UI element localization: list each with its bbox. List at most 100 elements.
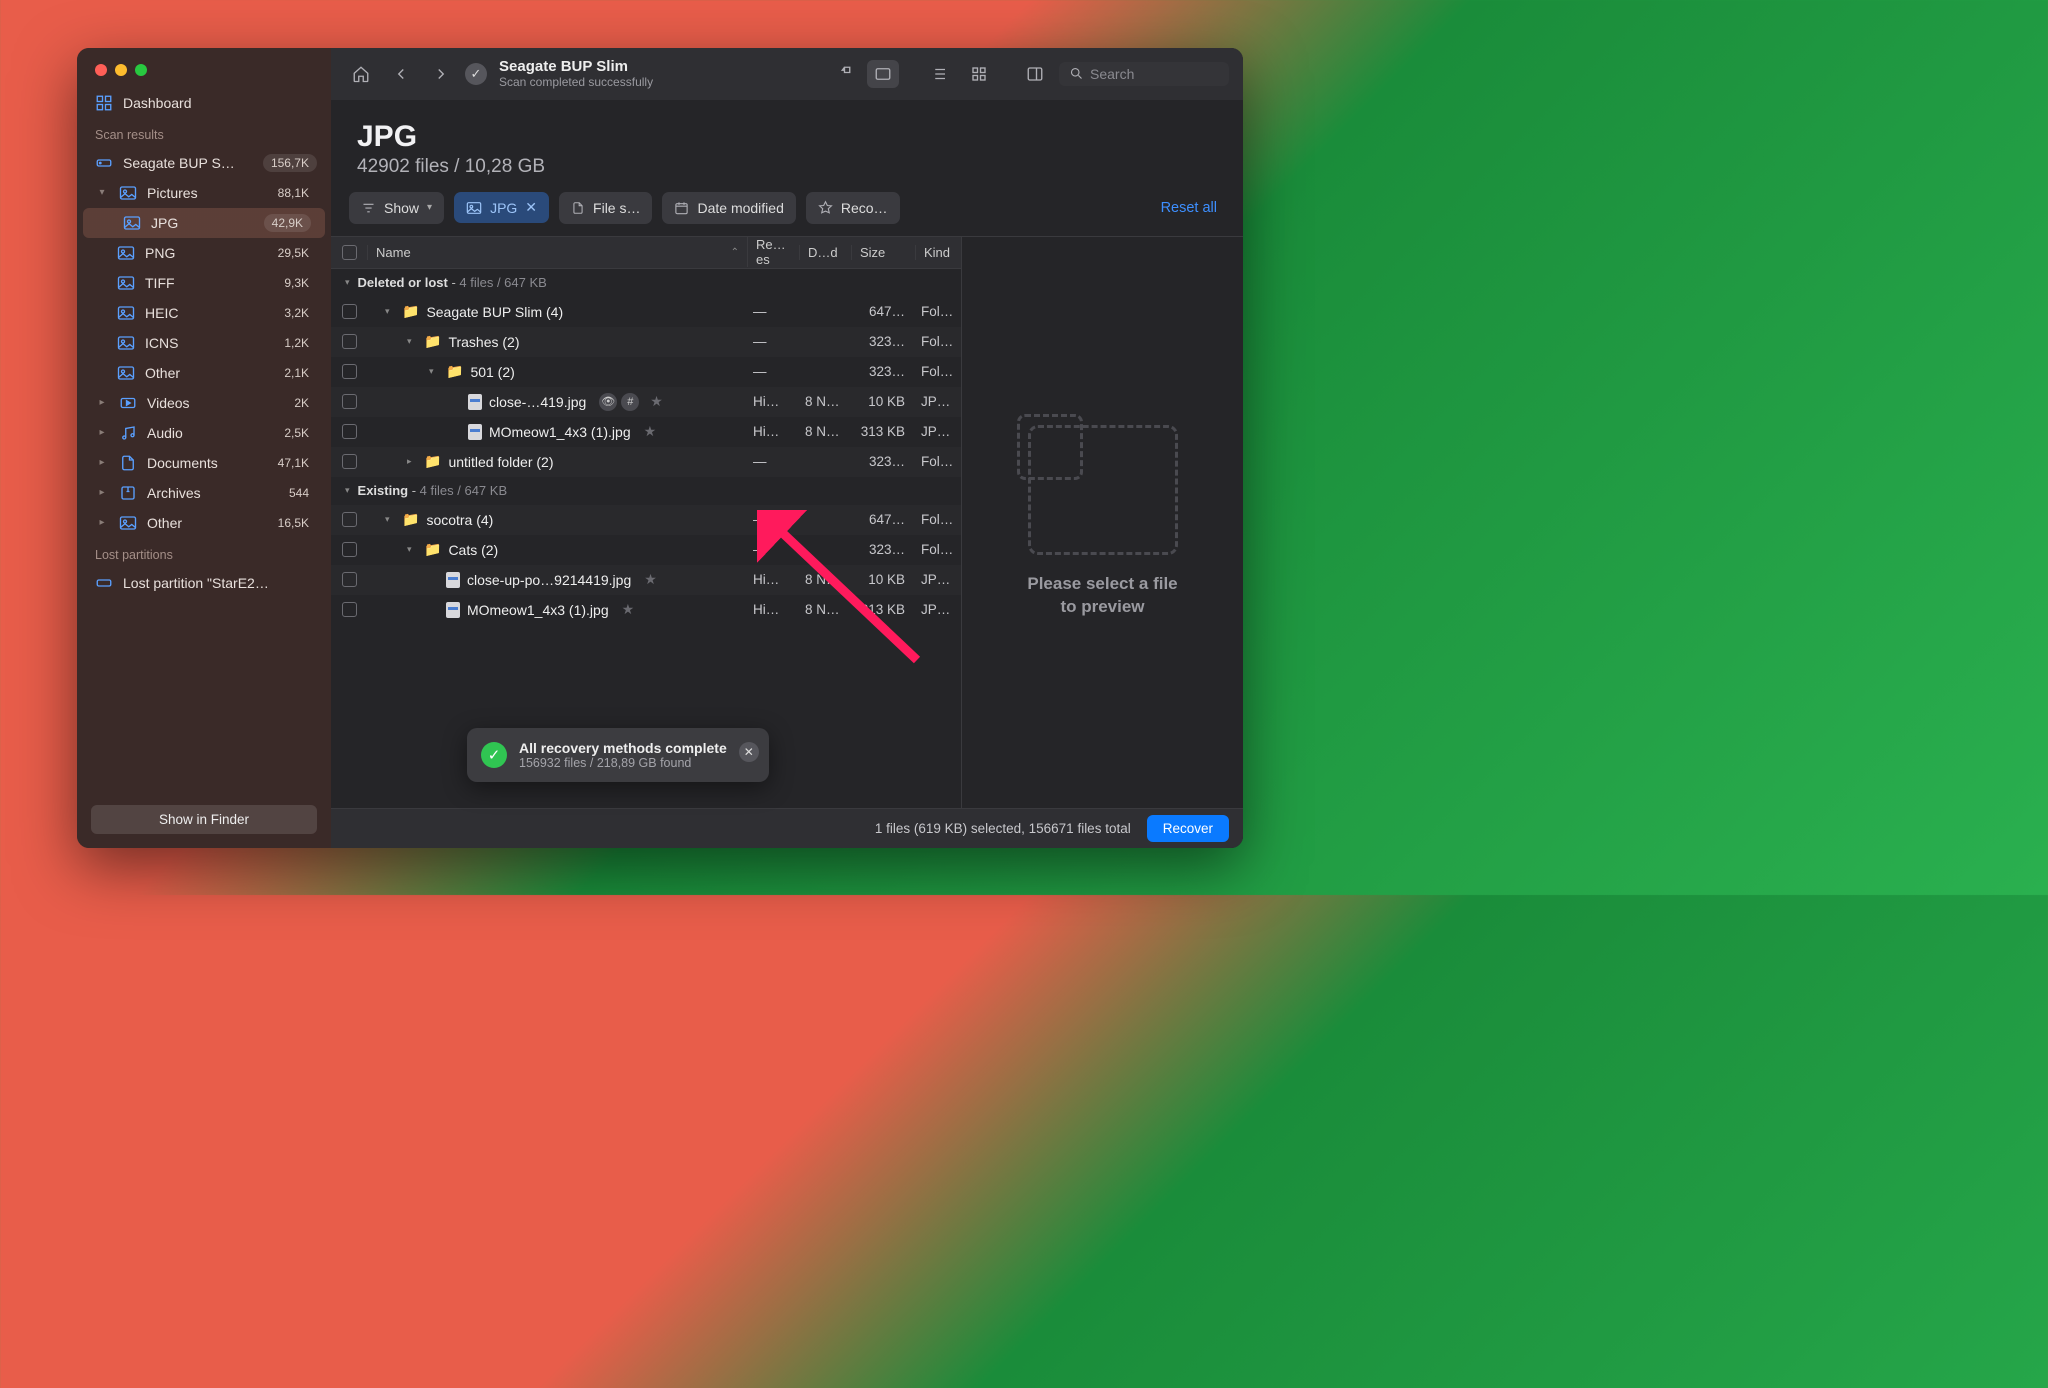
sidebar-item-other[interactable]: ▸ Other 16,5K <box>77 508 331 538</box>
back-button[interactable] <box>385 60 417 88</box>
page-subtitle: 42902 files / 10,28 GB <box>357 156 1217 178</box>
forward-button[interactable] <box>425 60 457 88</box>
sidebar-item-pictures[interactable]: ▾ Pictures 88,1K <box>77 178 331 208</box>
table-row[interactable]: ▾📁 Trashes (2) — 323… Fol… <box>331 327 961 357</box>
table-row[interactable]: ▾📁 Seagate BUP Slim (4) — 647… Fol… <box>331 297 961 327</box>
filter-show-label: Show <box>384 200 419 216</box>
sidebar-item-audio[interactable]: ▸ Audio 2,5K <box>77 418 331 448</box>
table-row[interactable]: ▾📁 Cats (2) — 323… Fol… <box>331 535 961 565</box>
row-size: 313 KB <box>851 424 915 439</box>
clear-filter-icon[interactable]: ✕ <box>525 199 537 216</box>
show-in-finder-button[interactable]: Show in Finder <box>91 805 317 834</box>
sidebar-dashboard[interactable]: Dashboard <box>77 76 331 118</box>
row-checkbox[interactable] <box>342 512 357 527</box>
view-columns-button[interactable] <box>867 60 899 88</box>
table-row[interactable]: ▾📁 socotra (4) — 647… Fol… <box>331 505 961 535</box>
chevron-icon: ▾ <box>385 306 395 317</box>
reset-filters-button[interactable]: Reset all <box>1161 200 1225 216</box>
toggle-preview-button[interactable] <box>1019 60 1051 88</box>
row-size: 647… <box>851 304 915 319</box>
row-checkbox[interactable] <box>342 394 357 409</box>
row-checkbox[interactable] <box>342 334 357 349</box>
table-row[interactable]: MOmeow1_4x3 (1).jpg★ Hi… 8 N… 313 KB JP… <box>331 417 961 447</box>
item-actions: 👁 # <box>599 393 639 411</box>
close-window-button[interactable] <box>95 64 107 76</box>
filter-type-chip[interactable]: JPG ✕ <box>454 192 549 223</box>
filter-chances-button[interactable]: Reco… <box>806 192 900 224</box>
star-icon[interactable]: ★ <box>644 571 657 588</box>
preview-placeholder-icon <box>1028 425 1178 555</box>
recover-button[interactable]: Recover <box>1147 815 1229 842</box>
star-icon[interactable]: ★ <box>644 423 657 440</box>
star-icon[interactable]: ★ <box>650 393 663 410</box>
sidebar-item-heic[interactable]: HEIC 3,2K <box>77 298 331 328</box>
sidebar-item-tiff[interactable]: TIFF 9,3K <box>77 268 331 298</box>
sidebar-lost-partition-item[interactable]: Lost partition "StarE2… <box>77 568 331 598</box>
col-date[interactable]: D…d <box>799 245 851 260</box>
toast-notification: ✓ All recovery methods complete 156932 f… <box>467 728 769 782</box>
title-block: Seagate BUP Slim Scan completed successf… <box>499 58 653 89</box>
row-date: 8 N… <box>799 394 851 409</box>
search-field[interactable]: Search <box>1059 62 1229 86</box>
col-name[interactable]: Name ⌃ <box>367 245 747 260</box>
row-checkbox[interactable] <box>342 424 357 439</box>
row-checkbox[interactable] <box>342 542 357 557</box>
sidebar-item-count: 2,1K <box>276 364 317 382</box>
home-button[interactable] <box>345 60 377 88</box>
disk-icon <box>95 574 113 592</box>
sidebar-item-documents[interactable]: ▸ Documents 47,1K <box>77 448 331 478</box>
maximize-window-button[interactable] <box>135 64 147 76</box>
minimize-window-button[interactable] <box>115 64 127 76</box>
row-checkbox[interactable] <box>342 454 357 469</box>
view-large-icons-button[interactable] <box>827 60 859 88</box>
category-icon <box>119 184 137 202</box>
row-size: 323… <box>851 542 915 557</box>
table-row[interactable]: ▸📁 untitled folder (2) — 323… Fol… <box>331 447 961 477</box>
row-name: socotra (4) <box>426 512 493 528</box>
sidebar-item-label: PNG <box>145 245 175 261</box>
row-checkbox[interactable] <box>342 572 357 587</box>
sidebar-item-label: Other <box>147 515 182 531</box>
sidebar-item-jpg[interactable]: JPG 42,9K <box>83 208 325 238</box>
preview-icon[interactable]: 👁 <box>599 393 617 411</box>
table-row[interactable]: MOmeow1_4x3 (1).jpg★ Hi… 8 N… 313 KB JP… <box>331 595 961 625</box>
sidebar-item-label: Videos <box>147 395 190 411</box>
category-icon <box>119 394 137 412</box>
table-row[interactable]: close-up-po…9214419.jpg★ Hi… 8 N… 10 KB … <box>331 565 961 595</box>
view-grid-button[interactable] <box>963 60 995 88</box>
table-row[interactable]: close-…419.jpg 👁 # ★ Hi… 8 N… 10 KB JP… <box>331 387 961 417</box>
filter-type-label: JPG <box>490 200 517 216</box>
filter-size-button[interactable]: File s… <box>559 192 652 224</box>
sidebar-item-videos[interactable]: ▸ Videos 2K <box>77 388 331 418</box>
col-kind[interactable]: Kind <box>915 245 961 260</box>
sidebar-item-label: TIFF <box>145 275 175 291</box>
row-checkbox[interactable] <box>342 304 357 319</box>
row-checkbox[interactable] <box>342 602 357 617</box>
hex-icon[interactable]: # <box>621 393 639 411</box>
row-date: 8 N… <box>799 424 851 439</box>
sidebar-item-other[interactable]: Other 2,1K <box>77 358 331 388</box>
sidebar-item-icns[interactable]: ICNS 1,2K <box>77 328 331 358</box>
col-chances[interactable]: Re…es <box>747 237 799 267</box>
col-size[interactable]: Size <box>851 245 915 260</box>
group-header[interactable]: ▾ Deleted or lost - 4 files / 647 KB <box>331 269 961 297</box>
toast-close-button[interactable]: ✕ <box>739 742 759 762</box>
sidebar-item-png[interactable]: PNG 29,5K <box>77 238 331 268</box>
filter-show-button[interactable]: Show ▾ <box>349 192 444 224</box>
sidebar-item-archives[interactable]: ▸ Archives 544 <box>77 478 331 508</box>
row-checkbox[interactable] <box>342 364 357 379</box>
chevron-icon: ▾ <box>407 336 417 347</box>
category-icon <box>123 214 141 232</box>
view-list-button[interactable] <box>923 60 955 88</box>
sidebar-item-label: Audio <box>147 425 183 441</box>
sidebar-dashboard-label: Dashboard <box>123 95 192 111</box>
select-all-checkbox[interactable] <box>342 245 357 260</box>
table-row[interactable]: ▾📁 501 (2) — 323… Fol… <box>331 357 961 387</box>
category-icon <box>119 514 137 532</box>
row-chances: — <box>747 454 799 469</box>
star-icon[interactable]: ★ <box>622 601 635 618</box>
group-header[interactable]: ▾ Existing - 4 files / 647 KB <box>331 477 961 505</box>
filter-date-button[interactable]: Date modified <box>662 192 795 224</box>
sidebar-source-disk[interactable]: Seagate BUP S… 156,7K <box>77 148 331 178</box>
row-chances: Hi… <box>747 424 799 439</box>
